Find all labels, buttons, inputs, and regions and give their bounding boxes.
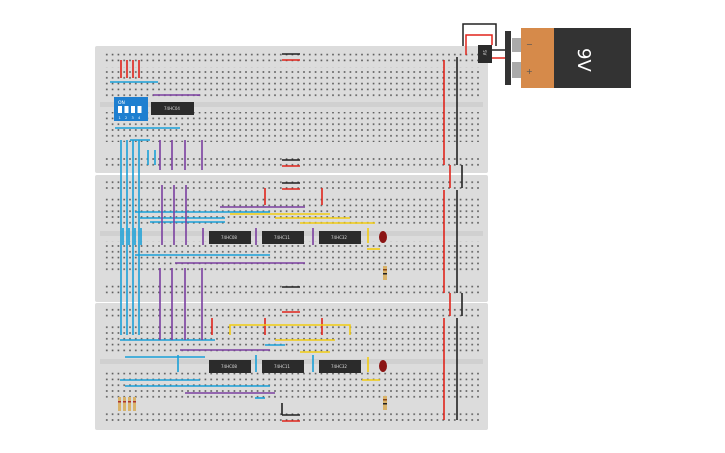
chip-74hc32[interactable]: 74HC32 xyxy=(319,231,361,244)
led-1[interactable] xyxy=(379,231,387,243)
battery-minus-label: − xyxy=(526,40,533,49)
chip-74hc08[interactable]: 74HC08 xyxy=(209,360,251,373)
chip-74hc11[interactable]: 74HC11 xyxy=(262,231,304,244)
chip-label: 74HC04 xyxy=(164,106,180,111)
dip-position-label: 3 xyxy=(132,116,134,120)
chip-label: 74HC11 xyxy=(274,235,290,240)
chip-74hc04[interactable]: 74HC04 xyxy=(151,102,194,115)
chip-label: 74HC11 xyxy=(274,364,290,369)
chip-label: 74HC32 xyxy=(331,364,347,369)
chip-74hc32[interactable]: 74HC32 xyxy=(319,360,361,373)
dip-position-label: 2 xyxy=(125,116,127,120)
chip-label: 74HC08 xyxy=(221,364,237,369)
dip-switch-on-label: ON xyxy=(118,100,125,106)
dip-toggle[interactable] xyxy=(131,106,135,113)
dip-position-label: 1 xyxy=(119,116,121,120)
chip-74hc11[interactable]: 74HC11 xyxy=(262,360,304,373)
chip-74hc08[interactable]: 74HC08 xyxy=(209,231,251,244)
battery-9v[interactable]: − + 9V xyxy=(505,28,631,88)
dip-toggle[interactable] xyxy=(124,106,129,113)
led-2[interactable] xyxy=(379,360,387,372)
resistor-2[interactable] xyxy=(383,396,387,410)
dip-switch[interactable]: ON 1234 xyxy=(114,97,148,121)
dip-toggle[interactable] xyxy=(137,106,142,113)
dip-toggle[interactable] xyxy=(118,106,122,113)
battery-voltage-label: 9V xyxy=(573,48,594,72)
regulator-label: 5V xyxy=(482,50,487,56)
chip-label: 74HC32 xyxy=(331,235,347,240)
resistor-1[interactable] xyxy=(383,266,387,280)
circuit-canvas[interactable]: ON 1234 74HC04 74HC08 74HC11 74HC32 74HC08… xyxy=(0,0,725,453)
battery-plus-label: + xyxy=(526,67,533,76)
chip-label: 74HC08 xyxy=(221,235,237,240)
